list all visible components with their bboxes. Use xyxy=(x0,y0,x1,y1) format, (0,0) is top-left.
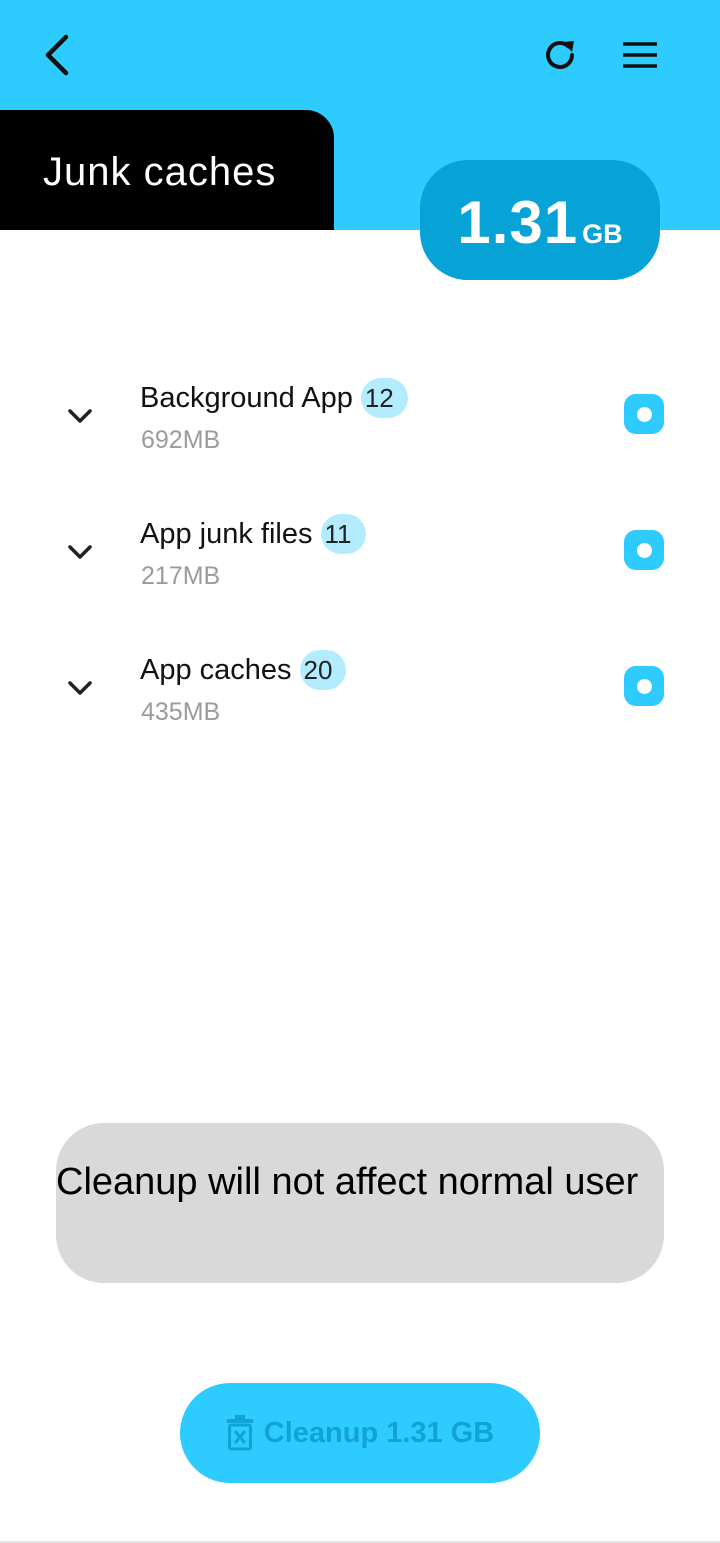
chevron-down-icon[interactable] xyxy=(60,668,100,708)
back-arrow-icon xyxy=(45,34,69,76)
item-name: App caches xyxy=(140,653,292,686)
back-button[interactable] xyxy=(30,28,84,82)
chevron-down-icon[interactable] xyxy=(60,396,100,436)
total-size-badge: 1.31 GB xyxy=(420,160,660,280)
item-size: 692MB xyxy=(141,426,221,454)
item-select-radio[interactable] xyxy=(624,666,664,706)
radio-dot-icon xyxy=(636,678,652,694)
radio-dot-icon xyxy=(636,542,652,558)
radio-dot-icon xyxy=(636,406,652,422)
item-name-row: Background App 12 xyxy=(140,378,408,418)
item-select-radio[interactable] xyxy=(624,394,664,434)
chevron-down-icon[interactable] xyxy=(60,532,100,572)
item-select-radio[interactable] xyxy=(624,530,664,570)
cleanup-button-label: Cleanup 1.31 GB xyxy=(263,1416,495,1449)
total-size-value: 1.31 xyxy=(457,189,579,256)
item-count-badge: 11 xyxy=(320,514,366,554)
refresh-button[interactable] xyxy=(532,28,588,82)
list-item[interactable]: Background App 12 692MB xyxy=(0,374,720,474)
item-size: 435MB xyxy=(141,698,221,726)
page-title: Junk caches xyxy=(43,150,277,194)
total-size-unit: GB xyxy=(582,219,623,249)
item-name: Background App xyxy=(140,381,353,414)
item-size: 217MB xyxy=(141,562,221,590)
item-count-badge: 12 xyxy=(360,378,408,418)
item-name: App junk files xyxy=(140,517,313,550)
trash-icon xyxy=(226,1415,254,1451)
page-title-tab: Junk caches xyxy=(0,110,334,230)
item-count-badge: 20 xyxy=(299,650,347,690)
refresh-icon xyxy=(546,41,574,69)
hamburger-menu-icon xyxy=(623,42,657,68)
item-name-row: App caches 20 xyxy=(140,650,347,690)
cleanup-notice: Cleanup will not affect normal user xyxy=(56,1123,664,1283)
item-name-row: App junk files 11 xyxy=(140,514,366,554)
cleanup-button[interactable]: Cleanup 1.31 GB xyxy=(180,1383,540,1483)
list-item[interactable]: App junk files 11 217MB xyxy=(0,510,720,610)
list-item[interactable]: App caches 20 435MB xyxy=(0,646,720,746)
menu-button[interactable] xyxy=(612,28,668,82)
